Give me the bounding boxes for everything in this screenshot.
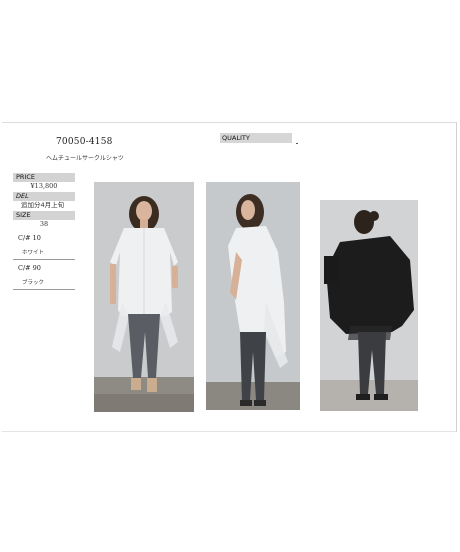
product-sheet: 70050-4158 ヘムチュールサークルシャツ QUALITY PRICE ¥…: [2, 122, 457, 432]
delivery-label: DEL: [13, 192, 75, 201]
spec-column: PRICE ¥13,800 DEL 追加分4月上旬 SIZE 38 C/# 10…: [13, 173, 75, 290]
photo-white-shirt-front: [94, 182, 194, 412]
photo-white-shirt-side: [206, 182, 300, 410]
quality-label: QUALITY: [220, 133, 292, 143]
delivery-value: 追加分4月上旬: [21, 201, 65, 209]
color-name: ホワイト: [22, 250, 45, 256]
product-name: ヘムチュールサークルシャツ: [46, 155, 124, 162]
color-row-black: C/# 90 ブラック: [13, 260, 75, 290]
photo-black-shirt-back: [320, 200, 418, 411]
price-label: PRICE: [13, 173, 75, 182]
color-name: ブラック: [22, 280, 45, 286]
color-row-white: C/# 10 ホワイト: [13, 230, 75, 260]
product-code: 70050-4158: [56, 137, 113, 147]
color-code: C/# 10: [18, 234, 41, 242]
price-value: ¥13,800: [30, 182, 58, 190]
color-code: C/# 90: [18, 264, 41, 272]
quality-marker: [296, 143, 298, 144]
size-value: 38: [39, 220, 49, 228]
size-label: SIZE: [13, 211, 75, 220]
